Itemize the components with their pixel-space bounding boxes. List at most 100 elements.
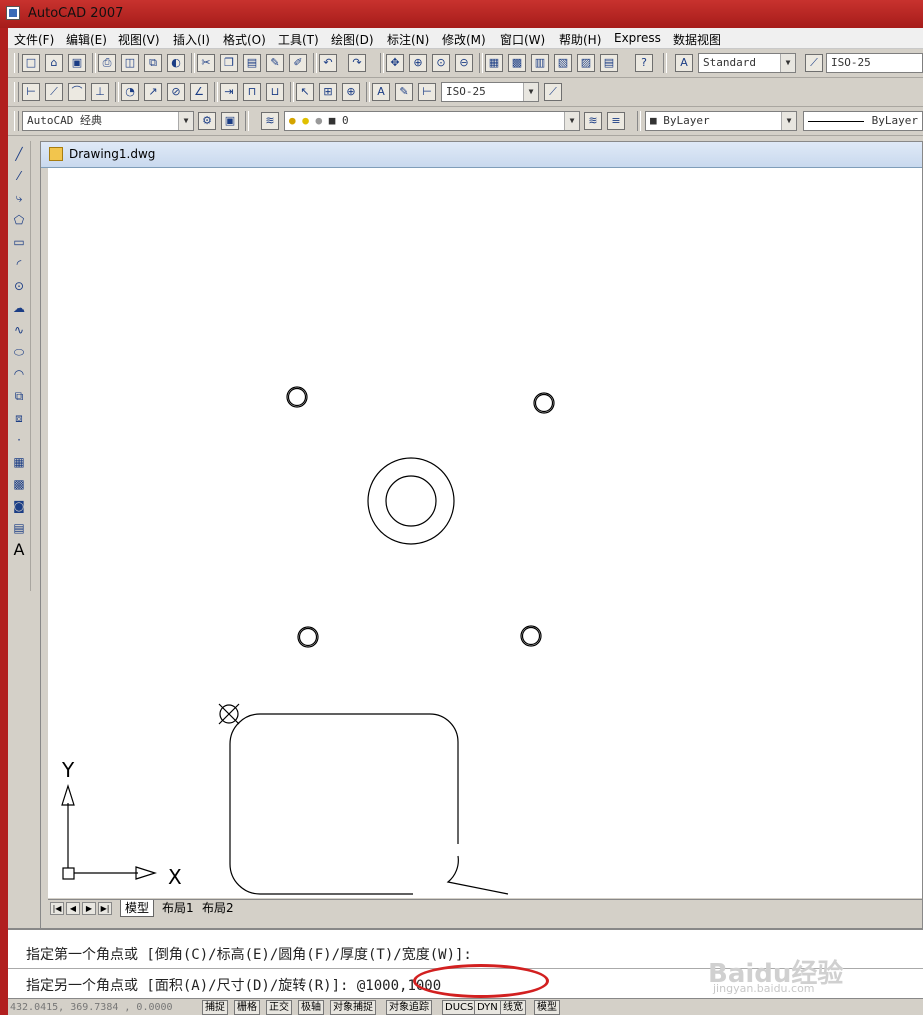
- menu-dimension[interactable]: 标注(N): [387, 31, 429, 48]
- menu-insert[interactable]: 插入(I): [173, 31, 210, 48]
- help-icon[interactable]: ?: [635, 54, 653, 72]
- plot-preview-icon[interactable]: ◫: [121, 54, 139, 72]
- menu-view[interactable]: 视图(V): [118, 31, 160, 48]
- 3d-dwf-icon[interactable]: ◐: [167, 54, 185, 72]
- match-properties-icon[interactable]: ✎: [266, 54, 284, 72]
- region-icon[interactable]: ◙: [10, 497, 28, 515]
- arc-length-icon[interactable]: ⌒: [68, 83, 86, 101]
- text-style-combo[interactable]: Standard ▼: [698, 53, 796, 73]
- ellipse-arc-icon[interactable]: ◠: [10, 365, 28, 383]
- arc-icon[interactable]: ◜: [10, 255, 28, 273]
- zoom-realtime-icon[interactable]: ⊕: [409, 54, 427, 72]
- calculator-icon[interactable]: ▤: [600, 54, 618, 72]
- save-icon[interactable]: ▣: [68, 54, 86, 72]
- layer-combo[interactable]: ● ● ● ■ 0 ▼: [284, 111, 580, 131]
- menu-tools[interactable]: 工具(T): [278, 31, 319, 48]
- color-combo[interactable]: ■ ByLayer ▼: [645, 111, 797, 131]
- properties-icon[interactable]: ▦: [485, 54, 503, 72]
- menu-draw[interactable]: 绘图(D): [331, 31, 374, 48]
- layer-previous-icon[interactable]: ≡: [607, 112, 625, 130]
- diameter-dimension-icon[interactable]: ⊘: [167, 83, 185, 101]
- continue-dimension-icon[interactable]: ⊔: [266, 83, 284, 101]
- make-object-layer-current-icon[interactable]: ≋: [584, 112, 602, 130]
- cut-icon[interactable]: ✂: [197, 54, 215, 72]
- linear-dimension-icon[interactable]: ⊢: [22, 83, 40, 101]
- menu-dataview[interactable]: 数据视图: [673, 31, 721, 48]
- revcloud-icon[interactable]: ☁: [10, 299, 28, 317]
- menu-express[interactable]: Express: [614, 31, 661, 45]
- command-prompt-line[interactable]: 指定另一个角点或 [面积(A)/尺寸(D)/旋转(R)]: @1000,1000: [26, 975, 441, 995]
- new-icon[interactable]: □: [22, 54, 40, 72]
- sheet-set-icon[interactable]: ▧: [554, 54, 572, 72]
- layer-properties-icon[interactable]: ≋: [261, 112, 279, 130]
- redo-icon[interactable]: ↷: [348, 54, 366, 72]
- text-style-icon[interactable]: A: [675, 54, 693, 72]
- dimension-update-icon[interactable]: ⊢: [418, 83, 436, 101]
- tab-layout2[interactable]: 布局2: [198, 900, 238, 916]
- dimension-style-icon[interactable]: ⟋: [544, 83, 562, 101]
- pan-icon[interactable]: ✥: [386, 54, 404, 72]
- zoom-previous-icon[interactable]: ⊖: [455, 54, 473, 72]
- block-editor-icon[interactable]: ✐: [289, 54, 307, 72]
- hatch-icon[interactable]: ▦: [10, 453, 28, 471]
- workspace-combo[interactable]: AutoCAD 经典 ▼: [22, 111, 194, 131]
- undo-icon[interactable]: ↶: [319, 54, 337, 72]
- jogged-dimension-icon[interactable]: ↗: [144, 83, 162, 101]
- dimension-style-combo[interactable]: ISO-25 ▼: [441, 82, 539, 102]
- first-tab-icon[interactable]: |◀: [50, 902, 64, 915]
- menu-edit[interactable]: 编辑(E): [66, 31, 107, 48]
- model-toggle[interactable]: 模型: [534, 1000, 560, 1015]
- last-tab-icon[interactable]: ▶|: [98, 902, 112, 915]
- construction-line-icon[interactable]: ⁄: [10, 167, 28, 185]
- chevron-down-icon[interactable]: ▼: [564, 112, 579, 130]
- menu-modify[interactable]: 修改(M): [442, 31, 486, 48]
- dim-style-icon[interactable]: ⟋: [805, 54, 823, 72]
- aligned-dimension-icon[interactable]: ⟋: [45, 83, 63, 101]
- dimension-text-edit-icon[interactable]: ✎: [395, 83, 413, 101]
- polar-toggle[interactable]: 极轴: [298, 1000, 324, 1015]
- command-window[interactable]: 指定第一个角点或 [倒角(C)/标高(E)/圆角(F)/厚度(T)/宽度(W)]…: [8, 928, 923, 1000]
- dimension-edit-icon[interactable]: A: [372, 83, 390, 101]
- osnap-toggle[interactable]: 对象捕捉: [330, 1000, 376, 1015]
- copy-icon[interactable]: ❐: [220, 54, 238, 72]
- point-icon[interactable]: ·: [10, 431, 28, 449]
- chevron-down-icon[interactable]: ▼: [523, 83, 538, 101]
- multiline-text-icon[interactable]: A: [10, 541, 28, 559]
- baseline-dimension-icon[interactable]: ⊓: [243, 83, 261, 101]
- center-mark-icon[interactable]: ⊕: [342, 83, 360, 101]
- chevron-down-icon[interactable]: ▼: [178, 112, 193, 130]
- menu-window[interactable]: 窗口(W): [500, 31, 545, 48]
- tab-model[interactable]: 模型: [120, 900, 155, 917]
- grid-toggle[interactable]: 栅格: [234, 1000, 260, 1015]
- menu-help[interactable]: 帮助(H): [559, 31, 601, 48]
- dim-style-combo[interactable]: ISO-25: [826, 53, 923, 73]
- rectangle-icon[interactable]: ▭: [10, 233, 28, 251]
- make-block-icon[interactable]: ⧈: [10, 409, 28, 427]
- quick-dimension-icon[interactable]: ⇥: [220, 83, 238, 101]
- quick-leader-icon[interactable]: ↖: [296, 83, 314, 101]
- design-center-icon[interactable]: ▩: [508, 54, 526, 72]
- open-icon[interactable]: ⌂: [45, 54, 63, 72]
- circle-icon[interactable]: ⊙: [10, 277, 28, 295]
- spline-icon[interactable]: ∿: [10, 321, 28, 339]
- angular-dimension-icon[interactable]: ∠: [190, 83, 208, 101]
- ducs-toggle[interactable]: DUCS: [442, 1000, 477, 1015]
- dyn-toggle[interactable]: DYN: [474, 1000, 501, 1015]
- linetype-combo[interactable]: ByLayer: [803, 111, 923, 131]
- plot-icon[interactable]: ⎙: [98, 54, 116, 72]
- menu-format[interactable]: 格式(O): [223, 31, 266, 48]
- ordinate-dimension-icon[interactable]: ⊥: [91, 83, 109, 101]
- polyline-icon[interactable]: ⤷: [10, 189, 28, 207]
- otrack-toggle[interactable]: 对象追踪: [386, 1000, 432, 1015]
- chevron-down-icon[interactable]: ▼: [781, 112, 796, 130]
- tool-palettes-icon[interactable]: ▥: [531, 54, 549, 72]
- table-icon[interactable]: ▤: [10, 519, 28, 537]
- save-workspace-icon[interactable]: ▣: [221, 112, 239, 130]
- radius-dimension-icon[interactable]: ◔: [121, 83, 139, 101]
- drawing-canvas[interactable]: Y X: [48, 168, 922, 898]
- prev-tab-icon[interactable]: ◀: [66, 902, 80, 915]
- zoom-window-icon[interactable]: ⊙: [432, 54, 450, 72]
- line-icon[interactable]: ╱: [10, 145, 28, 163]
- publish-icon[interactable]: ⧉: [144, 54, 162, 72]
- gradient-icon[interactable]: ▩: [10, 475, 28, 493]
